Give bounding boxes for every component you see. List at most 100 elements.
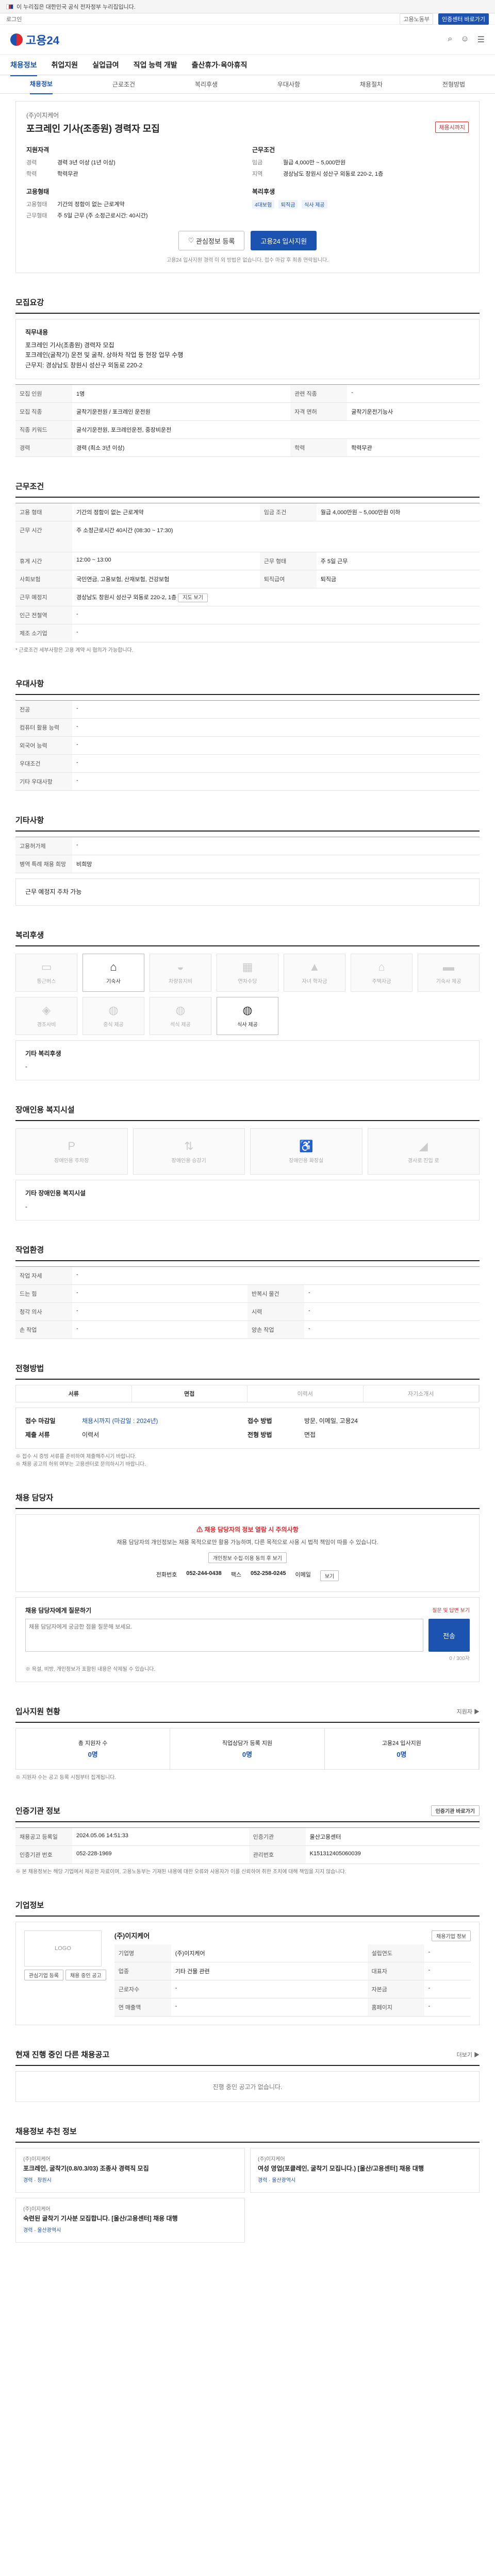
- recommend-card[interactable]: (주)이지케어 숙련된 굴착기 기사분 모집합니다. [울산/고용센터] 채용 대…: [15, 2198, 245, 2243]
- disab-etc-value: -: [25, 1202, 27, 1210]
- gnb-item-support[interactable]: 취업지원: [52, 60, 78, 70]
- emp-key: 근무형태: [26, 213, 47, 219]
- table-row: 모집 직종 굴착기운전원 / 포크레인 운전원 자격 면허 굴착기운전기능사: [15, 402, 480, 421]
- gnb-item-training[interactable]: 직업 능력 개발: [134, 60, 177, 70]
- same-company-more[interactable]: 더보기 ▶: [457, 2050, 480, 2059]
- tab-method[interactable]: 전형방법: [442, 80, 465, 89]
- row-value: -: [171, 1980, 368, 1999]
- company-box: LOGO 관심기업 등록 채용 중인 공고 (주)이지케어 채용기업 정보 기업…: [15, 1922, 480, 2026]
- method-value: 채용시까지 (마감일 : 2024년): [82, 1417, 158, 1425]
- tel-value: 052-244-0438: [186, 1570, 222, 1577]
- search-icon[interactable]: ⌕: [448, 35, 452, 45]
- contact-consent-row: 개인정보 수집·이용 동의 후 보기: [26, 1552, 469, 1564]
- row-key: 퇴직급여: [259, 570, 317, 588]
- ministry-link[interactable]: 고용노동부: [400, 13, 433, 25]
- table-row: 근무 예정지 경상남도 창원시 성산구 외동로 220-2, 1층 지도 보기: [15, 588, 480, 606]
- method-title: 전형방법: [15, 1363, 480, 1380]
- site-logo[interactable]: 고용24: [10, 31, 59, 48]
- gnb-item-jobs[interactable]: 채용정보: [10, 60, 37, 76]
- row-key: 인증기관: [249, 1827, 306, 1846]
- gnb-item-unemployment[interactable]: 실업급여: [92, 60, 119, 70]
- section-tabs: 채용정보 근로조건 복리후생 우대사항 채용절차 전형방법: [0, 75, 495, 94]
- company-name[interactable]: (주)이지케어: [26, 111, 469, 120]
- row-value: 국민연금, 고용보험, 산재보험, 건강보험: [72, 570, 260, 588]
- question-count: 0 / 300자: [449, 1656, 470, 1662]
- row-value: -: [72, 718, 480, 737]
- logo-text: 고용24: [26, 33, 59, 47]
- row-value: -: [72, 606, 480, 624]
- tab-recruit[interactable]: 채용정보: [29, 79, 53, 94]
- row-key: 임금 조건: [259, 503, 317, 521]
- question-heading: 채용 담당자에게 질문하기: [25, 1607, 92, 1615]
- header-icons: ⌕ ☺ ☰: [448, 35, 485, 45]
- welfare-label: 경조사비: [37, 1022, 56, 1028]
- welfare-item: ▭ 통근버스: [15, 953, 77, 992]
- table-row: 인근 전철역 -: [15, 606, 480, 624]
- job-description: 포크레인 기사(조종원) 경력자 모집 포크레인(굴착기) 운전 및 굴착, 상…: [25, 342, 184, 369]
- cert-center-link[interactable]: 인증센터 바로가기: [438, 13, 489, 25]
- recommend-card[interactable]: (주)이지케어 포크레인, 굴착기(0.8/0.3/03) 조종사 경력직 모집 경…: [15, 2148, 245, 2193]
- table-row: 컴퓨터 활용 능력 -: [15, 718, 480, 737]
- step-item: 이력서: [248, 1385, 364, 1402]
- tab-process[interactable]: 채용절차: [360, 80, 383, 89]
- map-button[interactable]: 지도 보기: [178, 593, 208, 602]
- row-value: 주 소정근로시간 40시간 (08:30 ~ 17:30): [72, 521, 480, 552]
- login-link[interactable]: 로그인: [6, 15, 22, 23]
- row-key: 홈페이지: [367, 1998, 424, 2017]
- company-detail-button[interactable]: 채용기업 정보: [432, 1930, 471, 1942]
- disab-etc-heading: 기타 장애인용 복지시설: [25, 1190, 86, 1197]
- row-key: 채용공고 등록일: [15, 1827, 72, 1846]
- row-value: -: [72, 736, 480, 755]
- tel-label: 전화번호: [156, 1572, 177, 1579]
- tab-preference[interactable]: 우대사항: [277, 80, 300, 89]
- cond-key: 임금: [252, 160, 263, 166]
- welfare-label: 주택자금: [372, 979, 391, 985]
- email-view-button[interactable]: 보기: [320, 1570, 339, 1582]
- row-value: 기간의 정함이 없는 근로계약: [72, 503, 260, 521]
- recruit-title: 모집요강: [15, 297, 480, 314]
- flag-icon: [6, 4, 13, 9]
- row-key: 외국어 능력: [15, 736, 72, 755]
- table-row: 연 매출액 - 홈페이지 -: [114, 1998, 471, 2017]
- gnb-item-leave[interactable]: 출산휴가·육아휴직: [192, 60, 248, 70]
- row-key: 관리번호: [249, 1845, 306, 1865]
- question-send-button[interactable]: 전송: [428, 1619, 470, 1652]
- row-key: 드는 힘: [15, 1284, 72, 1303]
- row-value: -: [72, 1266, 480, 1285]
- row-value: -: [72, 772, 480, 791]
- recommend-card[interactable]: (주)이지케어 여성 영업(포클레인, 굴착기 모집니다.) [울산/고용센터] …: [250, 2148, 480, 2193]
- company-jobs-button[interactable]: 채용 중인 공고: [65, 1970, 106, 1981]
- menu-icon[interactable]: ☰: [477, 35, 485, 45]
- tab-welfare[interactable]: 복리후생: [195, 80, 218, 89]
- row-value: 굴삭기운전원, 포크레인운전, 중장비운전: [72, 420, 480, 439]
- question-input[interactable]: [25, 1619, 423, 1652]
- method-detail-box: 접수 마감일 채용시까지 (마감일 : 2024년) 접수 방법 방문, 이메일, …: [15, 1407, 480, 1449]
- row-key: 사회보험: [15, 570, 72, 588]
- recommend-section: 채용정보 추천 정보 (주)이지케어 포크레인, 굴착기(0.8/0.3/03) …: [15, 2126, 480, 2243]
- conditions-heading: 근무조건: [252, 146, 275, 154]
- apply-button[interactable]: 고용24 입사지원: [251, 231, 317, 250]
- manage-link-button[interactable]: 인증기관 바로가기: [431, 1805, 480, 1817]
- apply-stat-more[interactable]: 지원자 ▶: [457, 1707, 480, 1716]
- logo-mark-icon: [10, 33, 23, 46]
- cond-key: 지역: [252, 171, 263, 177]
- summary-qualification: 지원자격 경력 경력 3년 이상 (1년 이상) 학력 학력무관: [26, 145, 243, 178]
- preference-title: 우대사항: [15, 678, 480, 695]
- row-value: -: [72, 837, 480, 855]
- row-key: 근무 형태: [259, 552, 317, 570]
- elevator-icon: ⇅: [184, 1139, 194, 1153]
- tab-conditions[interactable]: 근로조건: [112, 80, 135, 89]
- disab-label: 장애인용 승강기: [171, 1158, 206, 1164]
- step-item: 서류: [16, 1385, 132, 1402]
- consent-button[interactable]: 개인정보 수집·이용 동의 후 보기: [208, 1552, 287, 1564]
- manage-section: 인증기관 정보 인증기관 바로가기 채용공고 등록일 2024.05.06 14:5…: [15, 1805, 480, 1876]
- row-value: 월급 4,000만원 ~ 5,000만원 이하: [316, 503, 480, 521]
- question-link[interactable]: 질문 및 답변 보기: [432, 1606, 470, 1615]
- row-key: 컴퓨터 활용 능력: [15, 718, 72, 737]
- user-icon[interactable]: ☺: [460, 35, 469, 45]
- row-value: -: [424, 1998, 471, 2017]
- interest-button[interactable]: ♡ 관심정보 등록: [178, 231, 245, 250]
- interest-company-button[interactable]: 관심기업 등록: [24, 1970, 63, 1981]
- car-icon: ◒: [177, 960, 184, 974]
- table-row: 인증기관 번호 052-228-1969 관리번호 K151312405060039: [15, 1845, 480, 1865]
